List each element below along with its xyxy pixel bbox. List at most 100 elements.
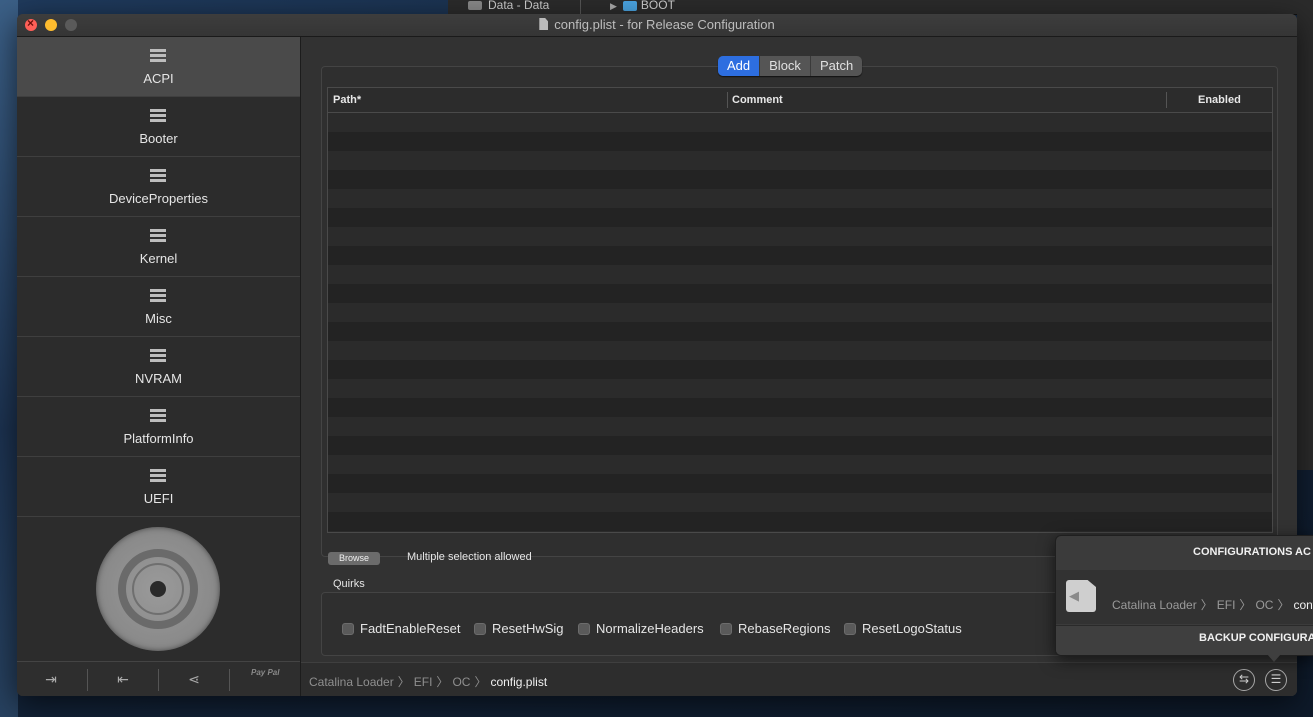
document-icon [539,18,549,30]
sidebar-item-label: UEFI [143,491,174,506]
list-icon [150,349,166,363]
breadcrumb-item[interactable]: OC [452,675,470,689]
column-header-comment[interactable]: Comment [732,94,783,106]
toolbar-divider [229,669,230,691]
tab-add[interactable]: Add [718,56,761,76]
list-menu-icon[interactable]: ☰ [1265,669,1287,691]
popover-config-row[interactable]: Catalina Loader〉EFI〉OC〉config [1056,570,1313,624]
sidebar-item-nvram[interactable]: NVRAM [17,337,300,397]
breadcrumb-item[interactable]: EFI [414,675,433,689]
list-icon [150,109,166,123]
list-icon [150,469,166,483]
breadcrumb-item: OC [1255,598,1274,612]
breadcrumb-current[interactable]: config.plist [490,675,547,689]
chevron-right-icon: 〉 [436,675,449,689]
share-icon[interactable]: ⋖ [185,670,203,688]
backup-configuration-button[interactable]: BACKUP CONFIGURA [1056,625,1313,655]
list-icon [150,229,166,243]
multi-selection-note: Multiple selection allowed [407,551,532,563]
folder-icon [622,0,637,11]
disk-icon [468,1,482,11]
window-title-text: config.plist - for Release Configuration [554,17,775,32]
chevron-right-icon: 〉 [1277,598,1290,612]
paypal-button[interactable]: Pay Pal [251,668,279,677]
column-header-path[interactable]: Path* [333,94,361,106]
sidebar-item-label: Misc [145,311,172,326]
list-icon [150,169,166,183]
breadcrumb-current: config [1293,598,1313,612]
browse-button[interactable]: Browse [328,552,380,565]
status-bar: Catalina Loader 〉 EFI 〉 OC 〉 config.plist ⇆ ☰ [301,662,1297,696]
export-icon[interactable]: ⇤ [114,670,132,688]
quirk-fadtenablereset[interactable]: FadtEnableReset [342,621,460,636]
sidebar-item-booter[interactable]: Booter [17,97,300,157]
breadcrumb: Catalina Loader 〉 EFI 〉 OC 〉 config.plist [309,673,547,690]
chevron-right-icon: 〉 [1239,598,1252,612]
column-divider [1166,92,1167,108]
background-window-edge [1297,14,1313,470]
quirk-label: ResetLogoStatus [862,621,962,636]
sidebar-item-misc[interactable]: Misc [17,277,300,337]
segmented-control: Add Block Patch [718,56,863,76]
disk-logo [96,527,220,651]
column-divider [727,92,728,108]
quirk-label: ResetHwSig [492,621,564,636]
checkbox[interactable] [578,623,590,635]
breadcrumb-item[interactable]: Catalina Loader [309,675,394,689]
compare-arrows-icon[interactable]: ⇆ [1233,669,1255,691]
tab-block[interactable]: Block [760,56,811,76]
tab-patch[interactable]: Patch [811,56,862,76]
quirk-resethwsig[interactable]: ResetHwSig [474,621,564,636]
import-icon[interactable]: ⇥ [42,670,60,688]
background-finder-window: Data - Data ▶ BOOT [448,0,1313,15]
table-rows[interactable] [328,113,1272,532]
sidebar-item-acpi[interactable]: ACPI [17,37,300,97]
popover-breadcrumb: Catalina Loader〉EFI〉OC〉config [1112,596,1313,613]
quirk-rebaseregions[interactable]: RebaseRegions [720,621,831,636]
checkbox[interactable] [844,623,856,635]
window-title: config.plist - for Release Configuration [17,17,1297,32]
disclosure-triangle-icon: ▶ [610,1,617,11]
sidebar: ACPI Booter DeviceProperties Kernel Misc… [17,37,301,696]
background-disk-label: Data - Data [488,0,550,12]
sidebar-item-label: DeviceProperties [109,191,208,206]
quirk-label: NormalizeHeaders [596,621,704,636]
breadcrumb-item: Catalina Loader [1112,598,1197,612]
sidebar-item-label: PlatformInfo [123,431,194,446]
sidebar-item-deviceproperties[interactable]: DeviceProperties [17,157,300,217]
background-folder-item: ▶ BOOT [610,0,675,14]
list-icon [150,289,166,303]
sidebar-item-kernel[interactable]: Kernel [17,217,300,277]
table-header: Path* Comment Enabled [328,88,1272,113]
desktop-background [0,0,18,717]
sidebar-toolbar: ⇥ ⇤ ⋖ Pay Pal [17,661,300,696]
quirk-label: FadtEnableReset [360,621,461,636]
chevron-right-icon: 〉 [397,675,410,689]
sidebar-item-label: Kernel [139,251,178,266]
checkbox[interactable] [720,623,732,635]
sidebar-item-uefi[interactable]: UEFI [17,457,300,517]
popover-header: CONFIGURATIONS AC [1193,546,1311,558]
sidebar-item-label: NVRAM [135,371,182,386]
toolbar-divider [158,669,159,691]
list-icon [150,49,166,63]
column-header-enabled[interactable]: Enabled [1198,94,1241,106]
chevron-right-icon: 〉 [474,675,487,689]
quirks-title: Quirks [333,578,365,590]
quirk-normalizeheaders[interactable]: NormalizeHeaders [578,621,704,636]
checkbox[interactable] [474,623,486,635]
configurations-popover: CONFIGURATIONS AC Catalina Loader〉EFI〉OC… [1055,535,1313,656]
sidebar-item-platforminfo[interactable]: PlatformInfo [17,397,300,457]
checkbox[interactable] [342,623,354,635]
titlebar: config.plist - for Release Configuration [17,14,1297,37]
disk-hub [150,581,166,597]
quirk-label: RebaseRegions [738,621,831,636]
popover-arrow [1267,654,1281,662]
chevron-right-icon: 〉 [1200,598,1213,612]
background-disk-item: Data - Data [468,0,549,14]
quirk-resetlogostatus[interactable]: ResetLogoStatus [844,621,962,636]
acpi-add-table[interactable]: Path* Comment Enabled [327,87,1273,533]
background-folder-label: BOOT [640,0,675,12]
toolbar-divider [87,669,88,691]
breadcrumb-item: EFI [1216,598,1236,612]
